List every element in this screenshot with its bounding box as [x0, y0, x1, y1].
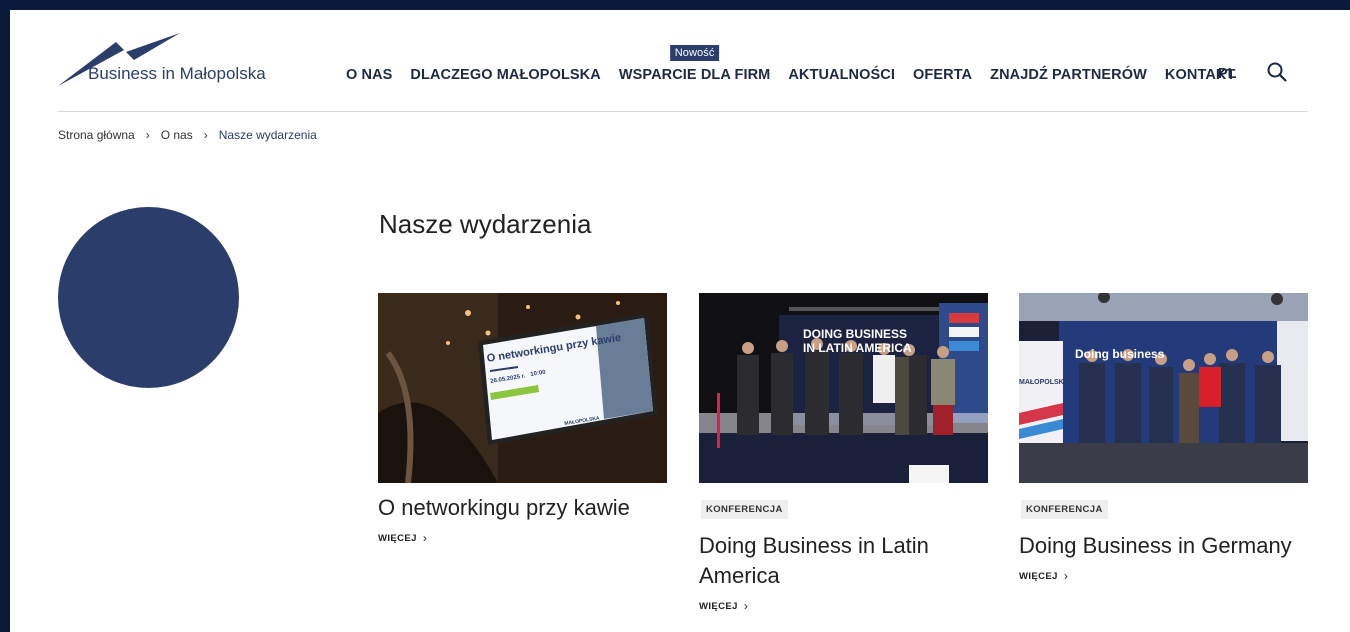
event-card-networking: O networkingu przy kawie 26.05.2025 r. 1…: [378, 293, 667, 545]
more-label: WIĘCEJ: [699, 600, 738, 612]
event-title[interactable]: Doing Business in Germany: [1019, 531, 1308, 561]
nav-item-znajdz-partnerow[interactable]: ZNAJDŹ PARTNERÓW: [990, 67, 1147, 83]
page: Business in Małopolska O NAS DLACZEGO MA…: [10, 10, 1350, 632]
event-card-latin-america: DOING BUSINESS IN LATIN AMERICA KONFEREN…: [699, 293, 988, 613]
nav-item-wsparcie-dla-firm[interactable]: Nowość WSPARCIE DLA FIRM: [618, 45, 771, 83]
search-icon: [1267, 62, 1287, 82]
chevron-right-icon: ›: [145, 128, 150, 142]
more-link[interactable]: WIĘCEJ ›: [378, 531, 667, 545]
more-label: WIĘCEJ: [1019, 570, 1058, 582]
event-card-germany: Doing business MAŁOPOLSKA KONFERENCJA Do…: [1019, 293, 1308, 583]
chevron-right-icon: ›: [203, 128, 208, 142]
new-badge: Nowość: [669, 45, 720, 61]
screen-title-line2: IN LATIN AMERICA: [803, 341, 912, 355]
breadcrumb-current: Nasze wydarzenia: [218, 128, 317, 142]
nav-item-o-nas[interactable]: O NAS: [346, 67, 392, 83]
nav-item-oferta[interactable]: OFERTA: [913, 67, 972, 83]
chevron-right-icon: ›: [1063, 569, 1069, 583]
header-divider: [58, 111, 1308, 112]
nav-item-dlaczego-malopolska[interactable]: DLACZEGO MAŁOPOLSKA: [410, 67, 600, 83]
event-image-germany[interactable]: Doing business MAŁOPOLSKA: [1019, 293, 1308, 483]
event-title[interactable]: Doing Business in Latin America: [699, 531, 988, 591]
site-logo[interactable]: Business in Małopolska: [58, 30, 278, 98]
banner-brand: MAŁOPOLSKA: [1019, 379, 1069, 386]
language-switcher[interactable]: PL: [1218, 66, 1237, 82]
event-title[interactable]: O networkingu przy kawie: [378, 493, 667, 523]
chevron-right-icon: ›: [422, 531, 428, 545]
more-link[interactable]: WIĘCEJ ›: [699, 599, 988, 613]
event-image-latin-america[interactable]: DOING BUSINESS IN LATIN AMERICA: [699, 293, 988, 483]
breadcrumb-home[interactable]: Strona główna: [58, 128, 135, 142]
search-button[interactable]: [1266, 61, 1288, 83]
screen-title-line1: DOING BUSINESS: [803, 327, 908, 341]
category-tag[interactable]: KONFERENCJA: [701, 500, 788, 519]
event-image-networking[interactable]: O networkingu przy kawie 26.05.2025 r. 1…: [378, 293, 667, 483]
sidebar-circle-decoration: [58, 207, 239, 388]
nav-item-aktualnosci[interactable]: AKTUALNOŚCI: [788, 67, 895, 83]
more-label: WIĘCEJ: [378, 532, 417, 544]
chevron-right-icon: ›: [743, 599, 749, 613]
more-link[interactable]: WIĘCEJ ›: [1019, 569, 1308, 583]
category-tag[interactable]: KONFERENCJA: [1021, 500, 1108, 519]
breadcrumb-o-nas[interactable]: O nas: [161, 128, 193, 142]
page-title: Nasze wydarzenia: [379, 209, 592, 239]
screen-title: Doing business: [1075, 347, 1165, 361]
breadcrumb: Strona główna › O nas › Nasze wydarzenia: [58, 128, 317, 142]
logo-text: Business in Małopolska: [88, 64, 266, 83]
nav-item-label: WSPARCIE DLA FIRM: [618, 67, 771, 83]
main-nav: O NAS DLACZEGO MAŁOPOLSKA Nowość WSPARCI…: [346, 45, 1253, 86]
